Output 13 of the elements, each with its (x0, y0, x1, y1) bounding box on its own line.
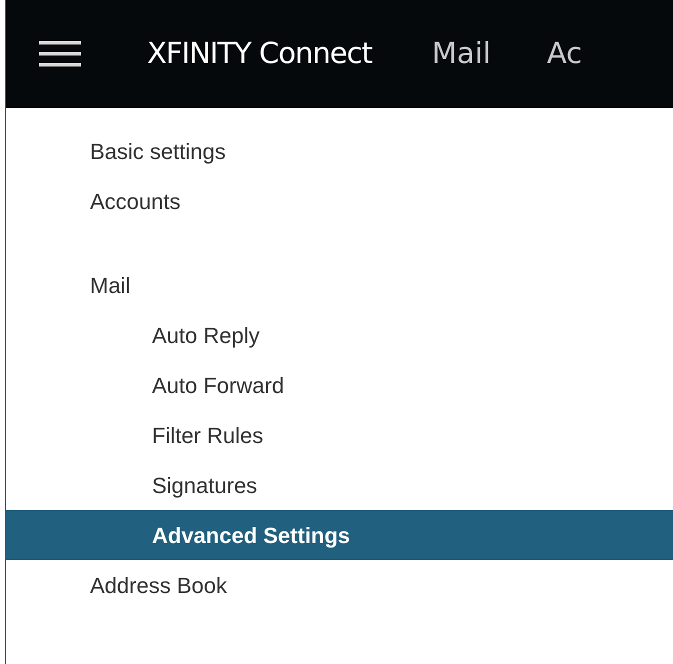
menu-item[interactable]: Basic settings (6, 126, 673, 176)
menu-item[interactable]: Auto Reply (6, 310, 673, 360)
menu-item[interactable]: Advanced Settings (6, 510, 673, 560)
menu-item[interactable]: Auto Forward (6, 360, 673, 410)
menu-item[interactable]: Accounts (6, 176, 673, 226)
app-title: XFINITY Connect (147, 35, 372, 72)
nav-link[interactable]: Mail (432, 32, 491, 76)
menu-item[interactable]: Mail (6, 260, 673, 310)
menu-item[interactable]: Address Book (6, 560, 673, 610)
menu-item[interactable]: Signatures (6, 460, 673, 510)
menu-item[interactable]: Filter Rules (6, 410, 673, 460)
nav-link[interactable]: Ac (546, 32, 582, 76)
menu-icon[interactable] (39, 41, 81, 67)
